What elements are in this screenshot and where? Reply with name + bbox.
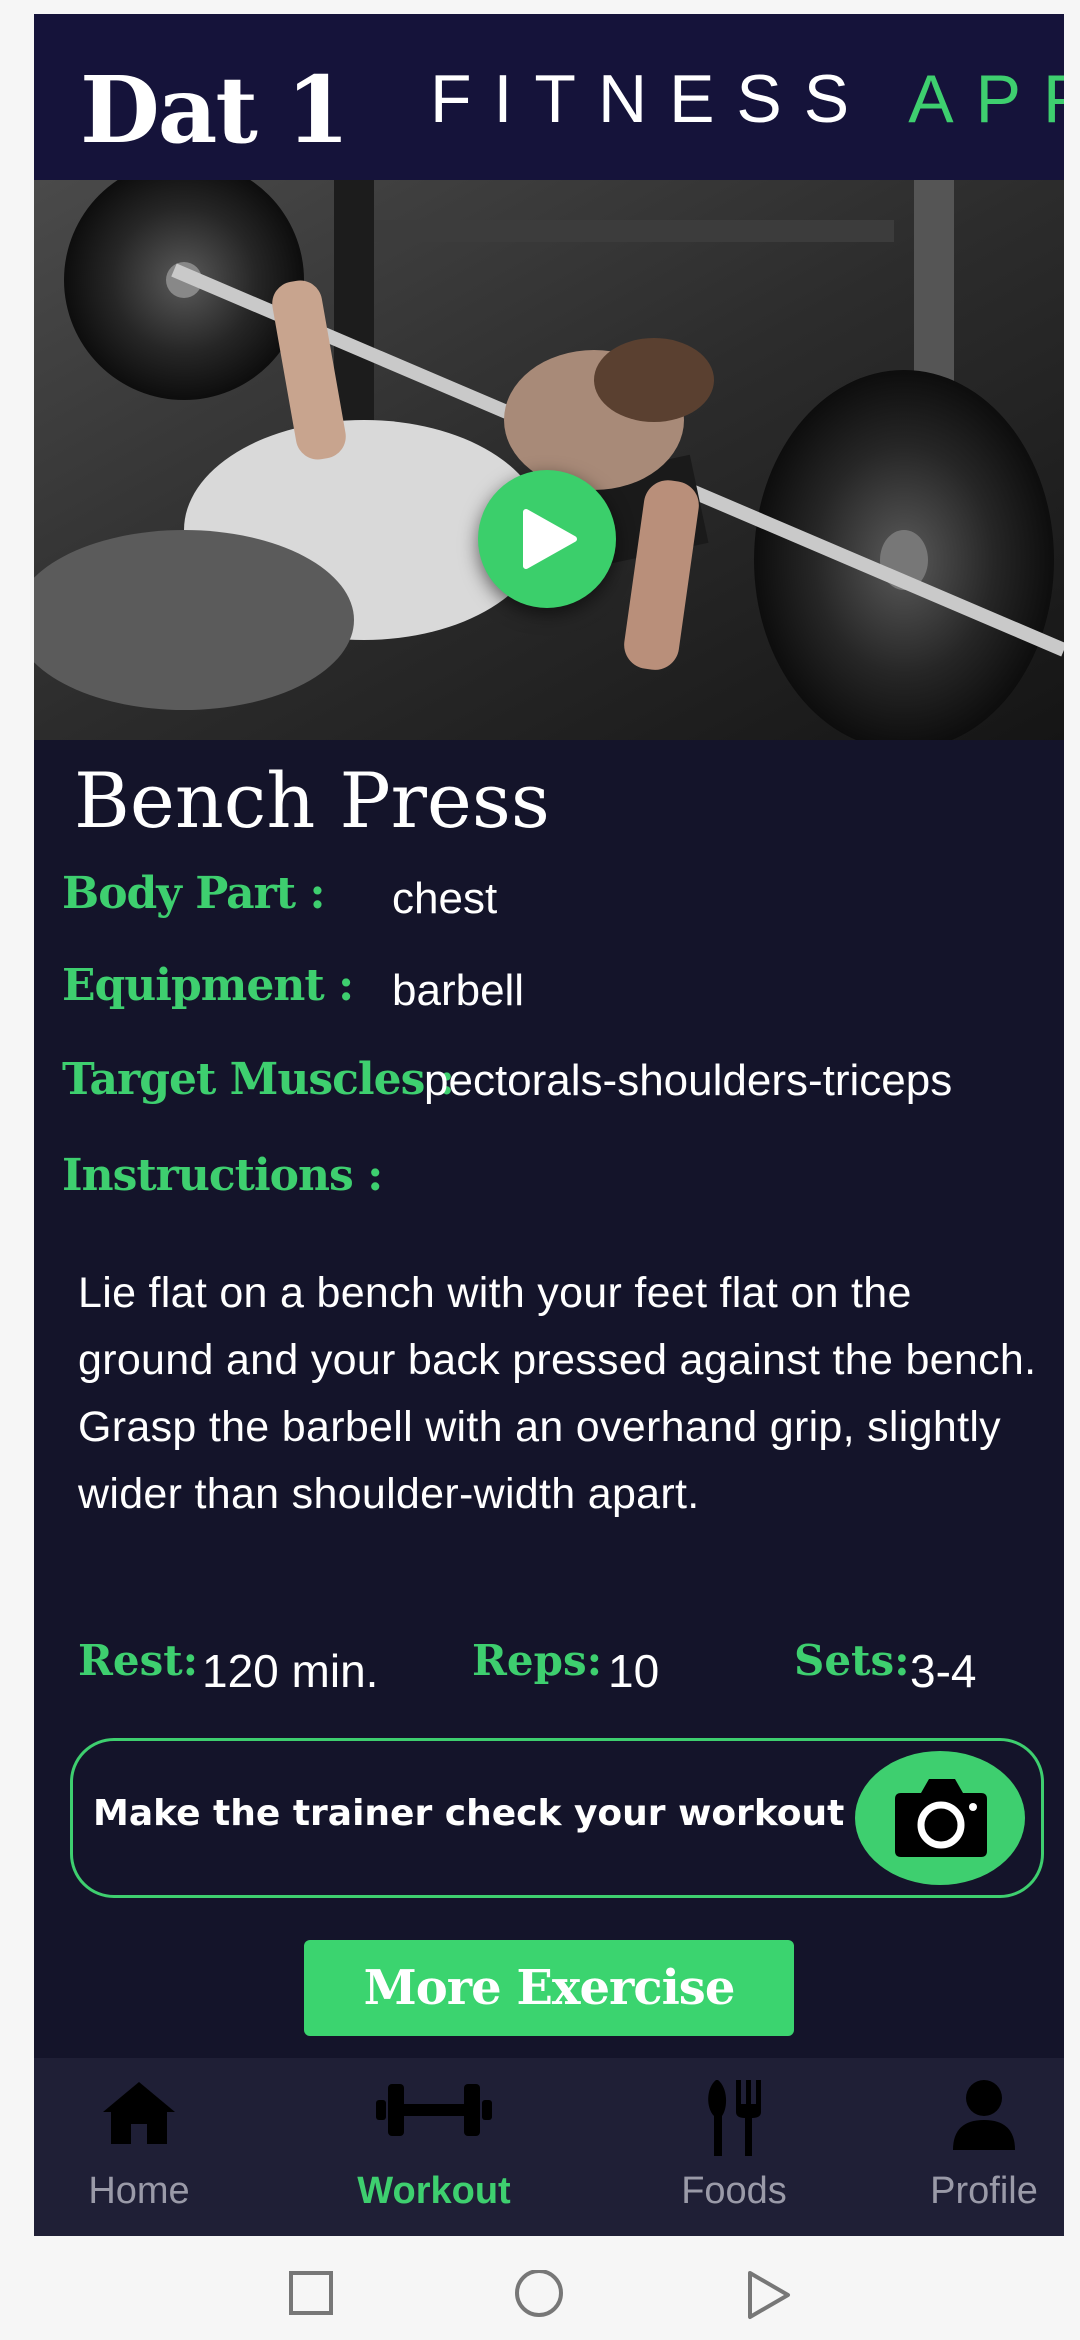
bottom-nav: Home Workout Foods Profile <box>34 2058 1064 2236</box>
body-part-value: chest <box>392 874 498 923</box>
top-bar: Dat 1 FITNESS APP <box>34 14 1064 180</box>
play-button[interactable] <box>478 470 616 608</box>
dumbbell-icon <box>376 2084 492 2136</box>
trainer-check-card[interactable]: Make the trainer check your workout <box>70 1738 1044 1898</box>
play-icon <box>523 509 577 569</box>
equipment-value: barbell <box>392 966 525 1015</box>
sets-label: Sets: <box>794 1636 910 1685</box>
nav-foods[interactable]: Foods <box>624 2058 844 2236</box>
app-screen: Dat 1 FITNESS APP <box>34 14 1064 2236</box>
reps-label: Reps: <box>472 1636 603 1685</box>
nav-home-label: Home <box>88 2170 190 2212</box>
sets-value: 3-4 <box>910 1645 977 1697</box>
rest-value: 120 min. <box>202 1645 379 1697</box>
nav-foods-label: Foods <box>681 2170 787 2212</box>
app-title-app: APP <box>908 61 1064 137</box>
instruction-step: Lie flat on a bench with your feet flat … <box>78 1269 1037 1384</box>
instructions-label: Instructions : <box>62 1150 383 1201</box>
target-muscles-value: pectorals-shoulders-triceps <box>424 1056 953 1105</box>
body-part-label: Body Part : <box>62 868 326 919</box>
fork-knife-icon <box>708 2080 761 2156</box>
instruction-step: Grasp the barbell with an overhand grip,… <box>78 1403 1001 1518</box>
rest-label: Rest: <box>78 1636 199 1685</box>
nav-workout[interactable]: Workout <box>314 2058 554 2236</box>
system-nav-bar <box>0 2236 1080 2340</box>
more-exercise-button[interactable]: More Exercise <box>304 1940 794 2036</box>
trainer-check-text: Make the trainer check your workout <box>93 1793 845 1834</box>
target-muscles-label: Target Muscles : <box>62 1054 455 1105</box>
camera-icon <box>895 1779 987 1857</box>
triangle-icon[interactable] <box>746 2270 792 2320</box>
equipment-label: Equipment : <box>62 960 354 1011</box>
exercise-video[interactable] <box>34 180 1064 740</box>
day-title: Dat 1 <box>80 56 350 164</box>
person-icon <box>953 2080 1015 2150</box>
nav-home[interactable]: Home <box>34 2058 244 2236</box>
camera-button[interactable] <box>855 1751 1025 1885</box>
exercise-name: Bench Press <box>74 756 550 845</box>
app-title-fitness: FITNESS <box>430 61 872 137</box>
nav-profile-label: Profile <box>930 2170 1038 2212</box>
app-title: FITNESS APP <box>430 60 1064 138</box>
nav-profile[interactable]: Profile <box>904 2058 1064 2236</box>
square-icon[interactable] <box>288 2270 334 2316</box>
reps-value: 10 <box>608 1645 660 1697</box>
instructions-text: Lie flat on a bench with your feet flat … <box>78 1260 1038 1528</box>
exercise-photo <box>34 180 1064 740</box>
nav-workout-label: Workout <box>357 2170 511 2212</box>
home-icon <box>103 2082 175 2144</box>
circle-icon[interactable] <box>512 2270 566 2324</box>
